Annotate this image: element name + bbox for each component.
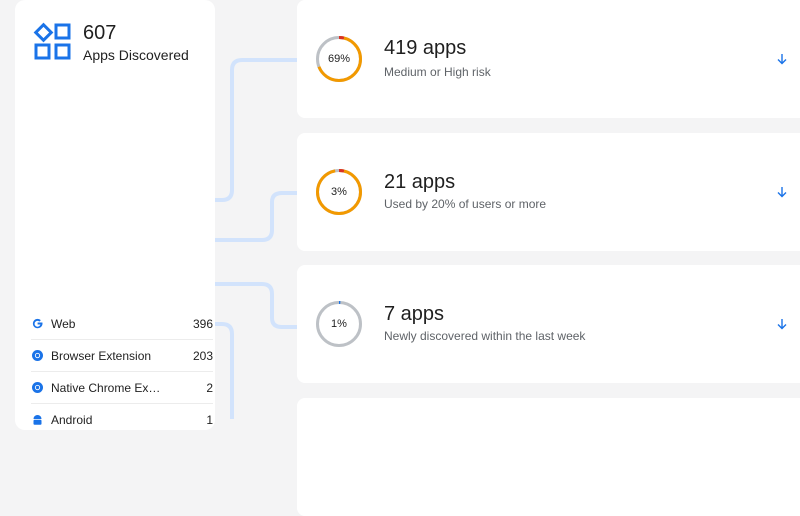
apps-discovered-count: 607 xyxy=(83,22,117,44)
additional-apps-card[interactable] xyxy=(297,398,800,516)
percent-ring: 3% xyxy=(315,168,363,216)
expand-arrow-icon[interactable] xyxy=(775,317,789,331)
card-subtitle: Medium or High risk xyxy=(384,65,491,79)
apps-summary-panel: 607 Apps Discovered Web 396 Browser Exte… xyxy=(15,0,215,430)
platform-row-browser-extension[interactable]: Browser Extension 203 xyxy=(31,340,213,372)
percent-label: 3% xyxy=(331,186,347,198)
card-subtitle: Used by 20% of users or more xyxy=(384,197,547,211)
apps-discovered-summary: 607 Apps Discovered xyxy=(33,22,189,64)
percent-label: 1% xyxy=(331,318,347,330)
platform-row-native-chrome-extension[interactable]: Native Chrome Ex… 2 xyxy=(31,372,213,404)
percent-label: 69% xyxy=(327,53,351,65)
platform-name: Native Chrome Ex… xyxy=(51,380,161,395)
platform-name: Web xyxy=(51,316,76,331)
apps-grid-icon xyxy=(33,22,71,60)
platform-row-android[interactable]: Android 1 xyxy=(31,404,213,435)
popular-apps-card[interactable]: 3% 21 apps Used by 20% of users or more xyxy=(297,133,800,251)
google-icon xyxy=(31,317,44,330)
platform-count: 2 xyxy=(206,380,213,395)
card-subtitle: Newly discovered within the last week xyxy=(384,329,586,343)
expand-arrow-icon[interactable] xyxy=(775,52,789,66)
platform-name: Android xyxy=(51,412,93,427)
platform-count: 203 xyxy=(192,348,213,363)
expand-arrow-icon[interactable] xyxy=(775,185,789,199)
card-title: 419 apps xyxy=(384,37,467,59)
percent-ring: 1% xyxy=(315,300,363,348)
new-apps-card[interactable]: 1% 7 apps Newly discovered within the la… xyxy=(297,265,800,383)
platform-name: Browser Extension xyxy=(51,348,152,363)
risk-apps-card[interactable]: 69% 419 apps Medium or High risk xyxy=(297,0,800,118)
percent-ring: 69% xyxy=(315,35,363,83)
chrome-icon xyxy=(31,349,44,362)
platform-list: Web 396 Browser Extension 203 Native Chr… xyxy=(31,308,213,435)
platform-count: 396 xyxy=(192,316,213,331)
card-title: 7 apps xyxy=(384,303,445,325)
chrome-icon xyxy=(31,381,44,394)
android-icon xyxy=(31,413,44,426)
card-title: 21 apps xyxy=(384,171,456,193)
platform-row-web[interactable]: Web 396 xyxy=(31,308,213,340)
platform-count: 1 xyxy=(206,412,213,427)
apps-discovered-label: Apps Discovered xyxy=(83,47,189,63)
